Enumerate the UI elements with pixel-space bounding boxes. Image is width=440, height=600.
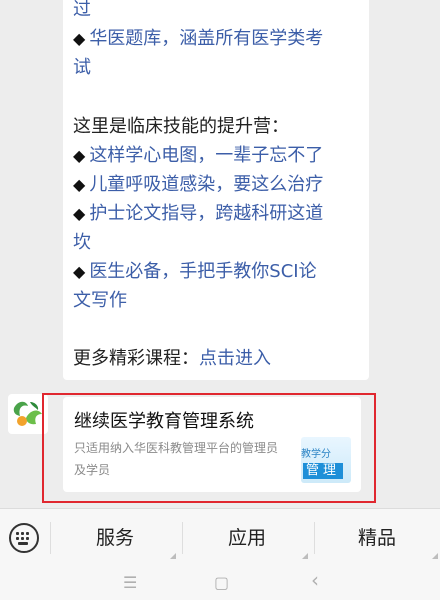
menu-item-featured[interactable]: 精品: [314, 509, 440, 567]
message-line[interactable]: 文写作: [73, 288, 127, 314]
message-line[interactable]: ◆ 这样学心电图，一辈子忘不了: [73, 143, 323, 169]
message-line[interactable]: ◆ 儿童呼吸道感染，要这么治疗: [73, 172, 323, 198]
keyboard-toggle-button[interactable]: [9, 523, 39, 553]
diamond-icon: ◆: [73, 204, 86, 223]
diamond-icon: ◆: [73, 175, 86, 194]
menu-item-apps[interactable]: 应用: [182, 509, 312, 567]
menu-item-services[interactable]: 服务: [50, 509, 180, 567]
diamond-icon: ◆: [73, 262, 86, 281]
submenu-indicator-icon: [302, 553, 308, 559]
diamond-icon: ◆: [73, 146, 86, 165]
message-line[interactable]: 坎: [73, 230, 91, 256]
message-line[interactable]: 试: [73, 55, 91, 81]
message-line[interactable]: 过: [73, 0, 91, 23]
message-bubble: 过 ◆ 华医题库，涵盖所有医学类考 试 这里是临床技能的提升营： ◆ 这样学心电图，…: [63, 0, 369, 380]
highlight-box: [42, 393, 376, 503]
keyboard-icon: [16, 532, 32, 545]
message-line[interactable]: ◆ 护士论文指导，跨越科研这道: [73, 201, 323, 227]
more-courses-line: 更多精彩课程：点击进入: [73, 346, 271, 372]
chat-area: 过 ◆ 华医题库，涵盖所有医学类考 试 这里是临床技能的提升营： ◆ 这样学心电图，…: [0, 0, 440, 508]
menu-icon[interactable]: ☰: [123, 574, 137, 592]
menu-bar: 服务 应用 精品: [0, 508, 440, 566]
home-icon[interactable]: ▢: [214, 574, 229, 592]
message-line: 这里是临床技能的提升营：: [73, 116, 289, 137]
message-line[interactable]: ◆ 华医题库，涵盖所有医学类考: [73, 26, 323, 52]
submenu-indicator-icon: [170, 553, 176, 559]
back-icon[interactable]: ‹: [311, 570, 319, 590]
more-courses-label: 更多精彩课程：: [73, 348, 199, 369]
system-nav-bar: ☰ ▢ ‹: [0, 566, 440, 600]
more-courses-link[interactable]: 点击进入: [199, 348, 271, 369]
message-line[interactable]: ◆ 医生必备，手把手教你SCI论: [73, 259, 317, 285]
submenu-indicator-icon: [432, 553, 438, 559]
diamond-icon: ◆: [73, 29, 86, 48]
